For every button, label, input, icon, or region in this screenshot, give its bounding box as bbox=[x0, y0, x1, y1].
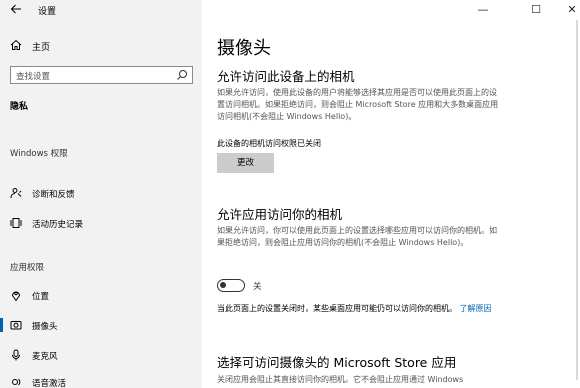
sidebar-item-label: 活动历史记录 bbox=[32, 220, 84, 230]
sidebar-item-label: 位置 bbox=[32, 292, 50, 302]
search-icon[interactable] bbox=[176, 69, 188, 81]
location-icon bbox=[10, 289, 22, 301]
learn-why-link[interactable]: 了解原因 bbox=[460, 304, 492, 313]
sidebar-item-activity-history[interactable]: 活动历史记录 bbox=[0, 213, 202, 233]
activity-history-icon bbox=[10, 217, 22, 229]
section-heading-device-access: 允许访问此设备上的相机 bbox=[217, 69, 355, 84]
sidebar-item-diagnostics[interactable]: 诊断和反馈 bbox=[0, 183, 202, 203]
section-heading-app-access: 允许应用访问你的相机 bbox=[217, 207, 343, 222]
title-bar: 设置 bbox=[0, 0, 202, 20]
device-access-status: 此设备的相机访问权限已关闭 bbox=[217, 139, 321, 148]
feedback-icon bbox=[10, 187, 22, 199]
desktop-apps-note: 当此页面上的设置关闭时，某些桌面应用可能仍可以访问你的相机。 了解原因 bbox=[217, 303, 502, 315]
section-title-privacy: 隐私 bbox=[10, 102, 29, 112]
sidebar-item-label: 语音激活 bbox=[32, 379, 67, 388]
toggle-state-label: 关 bbox=[253, 282, 262, 292]
minimize-button[interactable]: — bbox=[474, 2, 492, 18]
app-title: 设置 bbox=[38, 7, 57, 17]
section-heading-store-apps: 选择可访问摄像头的 Microsoft Store 应用 bbox=[217, 355, 457, 370]
sidebar-item-label: 摄像头 bbox=[32, 322, 58, 332]
change-button[interactable]: 更改 bbox=[217, 153, 274, 173]
active-indicator bbox=[0, 318, 3, 332]
maximize-button[interactable]: ☐ bbox=[527, 2, 545, 18]
note-text: 当此页面上的设置关闭时，某些桌面应用可能仍可以访问你的相机。 bbox=[217, 304, 457, 313]
microphone-icon bbox=[10, 349, 22, 361]
camera-icon bbox=[10, 319, 22, 331]
nav-home[interactable]: 主页 bbox=[0, 36, 202, 56]
toggle-knob bbox=[220, 282, 226, 288]
back-button[interactable] bbox=[10, 3, 24, 17]
section-description-device-access: 如果允许访问，使用此设备的用户将能够选择其应用是否可以使用此页面上的设置访问相机… bbox=[217, 88, 499, 121]
voice-activation-icon bbox=[10, 376, 22, 388]
main-content: — ☐ ✕ 摄像头 允许访问此设备上的相机 如果允许访问，使用此设备的用户将能够… bbox=[202, 0, 580, 388]
section-description-app-access: 如果允许访问，你可以使用此页面上的设置选择哪些应用可以访问你的相机。如果拒绝访问… bbox=[217, 226, 497, 247]
search-placeholder: 查找设置 bbox=[16, 72, 51, 82]
sidebar-item-location[interactable]: 位置 bbox=[0, 285, 202, 305]
back-arrow-icon bbox=[10, 4, 21, 14]
nav-home-label: 主页 bbox=[32, 43, 51, 53]
close-button[interactable]: ✕ bbox=[563, 2, 580, 18]
sidebar-item-voice-activation[interactable]: 语音激活 bbox=[0, 372, 202, 388]
app-access-toggle[interactable] bbox=[217, 279, 245, 292]
sidebar: 设置 主页 查找设置 隐私 Windows 权限 诊断和反馈 活动历史记录 应用… bbox=[0, 0, 202, 388]
page-title: 摄像头 bbox=[217, 38, 271, 59]
scrollbar[interactable] bbox=[576, 20, 578, 380]
sidebar-item-label: 麦克风 bbox=[32, 352, 58, 362]
sidebar-item-microphone[interactable]: 麦克风 bbox=[0, 345, 202, 365]
sidebar-item-camera[interactable]: 摄像头 bbox=[0, 315, 202, 335]
group-header-windows-permissions: Windows 权限 bbox=[10, 149, 68, 159]
section-description-store-apps: 关闭应用会阻止其直接访问你的相机。它不会阻止应用通过 Windows bbox=[217, 375, 464, 384]
search-input[interactable]: 查找设置 bbox=[10, 66, 193, 84]
sidebar-item-label: 诊断和反馈 bbox=[32, 190, 75, 200]
home-icon bbox=[10, 39, 22, 51]
group-header-app-permissions: 应用权限 bbox=[10, 263, 45, 273]
